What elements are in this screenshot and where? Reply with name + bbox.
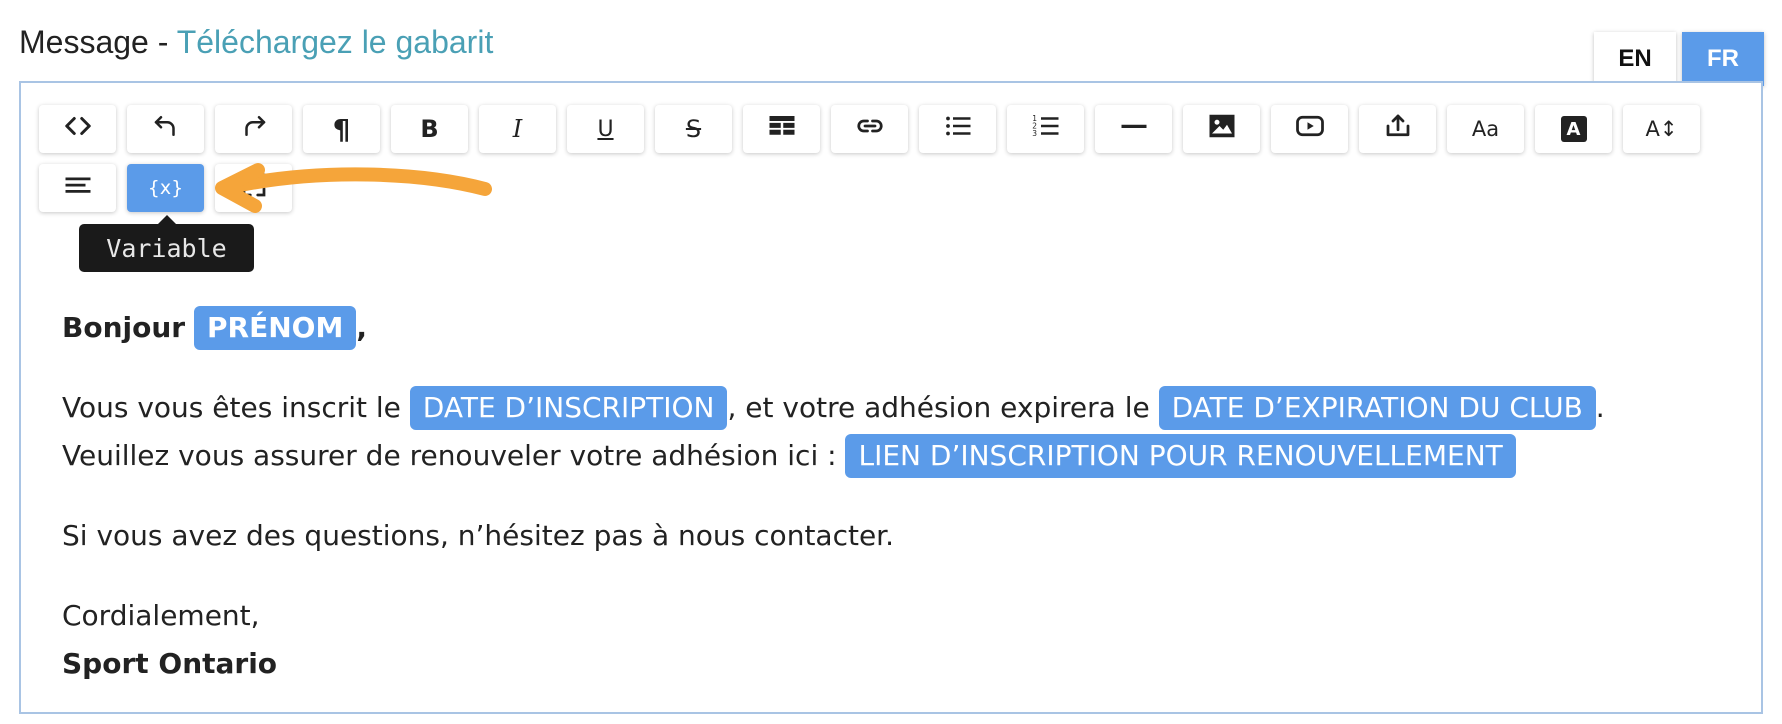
- code-icon: [63, 111, 93, 147]
- italic-button[interactable]: I: [479, 105, 556, 153]
- bullet-list-button[interactable]: [919, 105, 996, 153]
- table-button[interactable]: [743, 105, 820, 153]
- variable-icon: {x}: [147, 177, 184, 199]
- variable-chip-first-name[interactable]: PRÉNOM: [194, 306, 357, 350]
- download-template-link[interactable]: Téléchargez le gabarit: [177, 24, 494, 60]
- greeting-line: Bonjour PRÉNOM,: [62, 304, 1742, 352]
- horizontal-rule-icon: [1119, 111, 1149, 147]
- paragraph-button[interactable]: ¶: [303, 105, 380, 153]
- registration-text: Vous vous êtes inscrit le: [62, 391, 401, 424]
- redo-icon: [239, 111, 269, 147]
- table-icon: [767, 111, 797, 147]
- upload-button[interactable]: [1359, 105, 1436, 153]
- variable-chip-registration-date[interactable]: DATE D’INSCRIPTION: [409, 386, 728, 430]
- variable-chip-renewal-link[interactable]: LIEN D’INSCRIPTION POUR RENOUVELLEMENT: [845, 434, 1516, 478]
- title-separator: -: [148, 24, 177, 60]
- bold-button[interactable]: B: [391, 105, 468, 153]
- lang-fr-button[interactable]: FR: [1682, 32, 1764, 86]
- align-left-icon: [63, 170, 93, 206]
- text-color-icon: A: [1560, 116, 1587, 142]
- renewal-line: Veuillez vous assurer de renouveler votr…: [62, 432, 1742, 480]
- font-icon: Aa: [1471, 117, 1500, 141]
- image-icon: [1207, 111, 1237, 147]
- redo-button[interactable]: [215, 105, 292, 153]
- questions-line: Si vous avez des questions, n’hésitez pa…: [62, 519, 895, 552]
- svg-text:3: 3: [1032, 129, 1037, 138]
- editor-toolbar-row-2: {x}: [39, 164, 292, 212]
- font-button[interactable]: Aa: [1447, 105, 1524, 153]
- paragraph-icon: ¶: [332, 112, 351, 146]
- numbered-list-button[interactable]: 123: [1007, 105, 1084, 153]
- signature-line: Sport Ontario: [62, 647, 278, 680]
- lang-en-button[interactable]: EN: [1594, 32, 1676, 86]
- link-icon: [855, 111, 885, 147]
- underline-button[interactable]: U: [567, 105, 644, 153]
- registration-line: Vous vous êtes inscrit le DATE D’INSCRIP…: [62, 384, 1742, 432]
- link-button[interactable]: [831, 105, 908, 153]
- strikethrough-button[interactable]: S: [655, 105, 732, 153]
- underline-icon: U: [597, 116, 614, 142]
- editor-toolbar-row-1: ¶ B I U S 123 Aa A A↕: [39, 105, 1700, 153]
- closing-line: Cordialement,: [62, 599, 260, 632]
- registration-period: .: [1595, 391, 1605, 424]
- variable-chip-expiration-date[interactable]: DATE D’EXPIRATION DU CLUB: [1158, 386, 1596, 430]
- language-switch: EN FR: [1594, 32, 1764, 86]
- undo-button[interactable]: [127, 105, 204, 153]
- renewal-text: Veuillez vous assurer de renouveler votr…: [62, 439, 837, 472]
- fullscreen-button[interactable]: [215, 164, 292, 212]
- bullet-list-icon: [943, 111, 973, 147]
- numbered-list-icon: 123: [1031, 111, 1061, 147]
- video-button[interactable]: [1271, 105, 1348, 153]
- rich-text-editor[interactable]: ¶ B I U S 123 Aa A A↕ {x} Variable Bonjo…: [19, 81, 1763, 714]
- variable-button[interactable]: {x}: [127, 164, 204, 212]
- upload-icon: [1383, 111, 1413, 147]
- expiration-text: , et votre adhésion expirera le: [727, 391, 1150, 424]
- align-button[interactable]: [39, 164, 116, 212]
- horizontal-rule-button[interactable]: [1095, 105, 1172, 153]
- message-title: Message: [19, 24, 149, 60]
- code-view-button[interactable]: [39, 105, 116, 153]
- bold-icon: B: [420, 115, 439, 143]
- italic-icon: I: [512, 115, 523, 143]
- text-color-button[interactable]: A: [1535, 105, 1612, 153]
- fullscreen-icon: [239, 170, 269, 206]
- font-size-icon: A↕: [1645, 117, 1678, 141]
- greeting-comma: ,: [356, 311, 367, 344]
- undo-icon: [151, 111, 181, 147]
- editor-content[interactable]: Bonjour PRÉNOM, Vous vous êtes inscrit l…: [62, 304, 1742, 688]
- strikethrough-icon: S: [685, 115, 702, 143]
- image-button[interactable]: [1183, 105, 1260, 153]
- font-size-button[interactable]: A↕: [1623, 105, 1700, 153]
- video-icon: [1295, 111, 1325, 147]
- variable-tooltip: Variable: [79, 215, 254, 272]
- message-label: Message - Téléchargez le gabarit: [19, 24, 493, 61]
- greeting-text: Bonjour: [62, 311, 186, 344]
